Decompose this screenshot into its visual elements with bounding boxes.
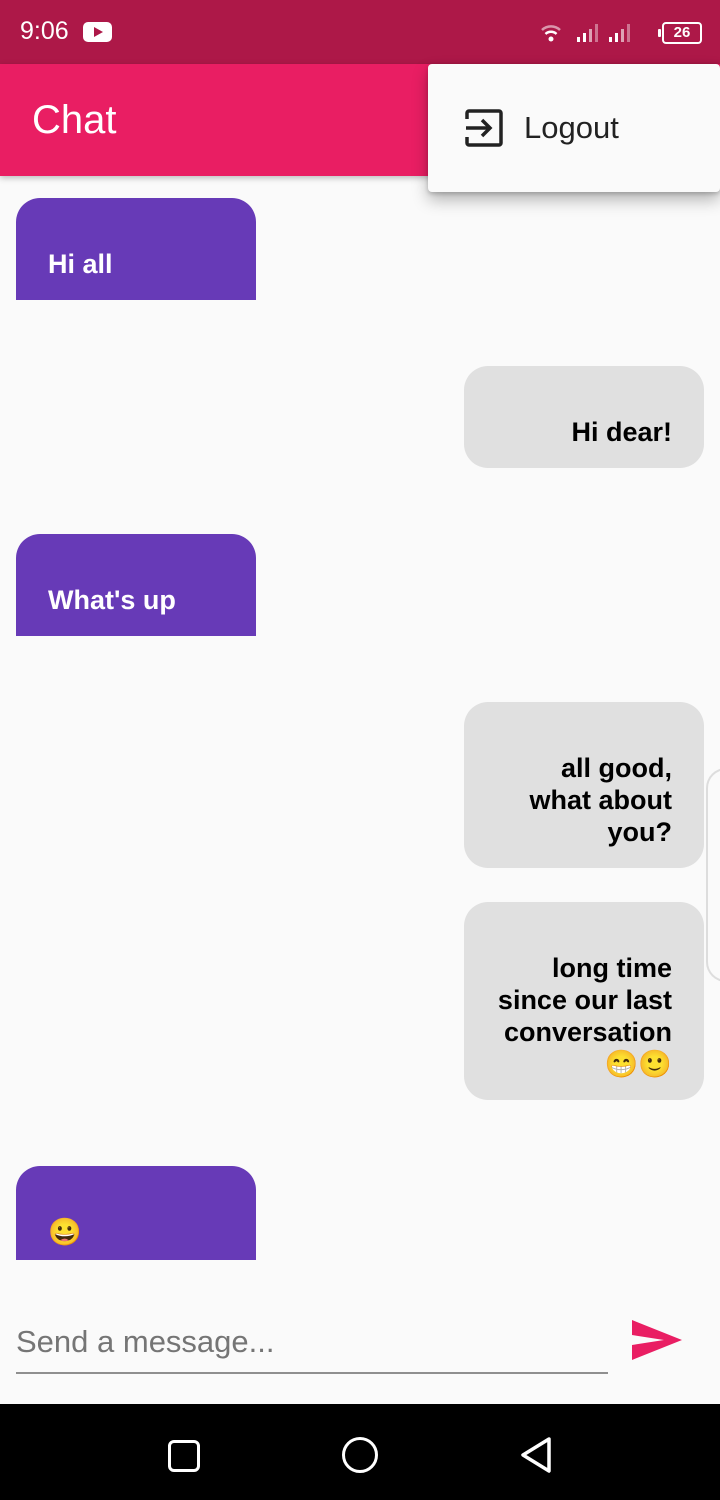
system-nav-bar bbox=[0, 1404, 720, 1500]
status-time: 9:06 bbox=[20, 17, 69, 45]
logout-label: Logout bbox=[524, 110, 619, 145]
send-icon[interactable] bbox=[630, 1318, 684, 1362]
message-bubble: 😀 bbox=[16, 1166, 256, 1260]
message-bubble: Hi all bbox=[16, 198, 256, 300]
wifi-icon bbox=[541, 25, 561, 42]
home-icon[interactable] bbox=[342, 1437, 378, 1473]
youtube-icon bbox=[83, 22, 112, 42]
recents-icon[interactable] bbox=[168, 1440, 200, 1472]
message-text: all good, what about you? bbox=[529, 753, 673, 847]
overflow-menu: Logout bbox=[428, 64, 720, 192]
message-list[interactable]: Hi all Hi dear! What's up all good, what… bbox=[0, 176, 720, 1260]
signal-icon bbox=[577, 24, 598, 42]
message-text: What's up bbox=[48, 585, 176, 615]
scroll-handle[interactable] bbox=[706, 768, 720, 982]
back-icon[interactable] bbox=[519, 1436, 553, 1474]
battery-icon: 26 bbox=[658, 22, 702, 44]
message-text: Hi all bbox=[48, 249, 113, 279]
message-bubble: What's up bbox=[16, 534, 256, 636]
message-text: long time since our last conversation 😁🙂 bbox=[497, 953, 672, 1079]
message-composer bbox=[0, 1260, 720, 1404]
message-text: 😀 bbox=[48, 1217, 82, 1247]
page-title: Chat bbox=[32, 98, 117, 142]
logout-icon bbox=[465, 109, 503, 147]
message-bubble: all good, what about you? bbox=[464, 702, 704, 868]
message-input[interactable] bbox=[16, 1312, 608, 1374]
message-text: Hi dear! bbox=[571, 417, 672, 447]
status-bar: 9:06 26 bbox=[0, 0, 720, 64]
message-bubble: long time since our last conversation 😁🙂 bbox=[464, 902, 704, 1100]
logout-menu-item[interactable]: Logout bbox=[428, 64, 720, 192]
message-bubble: Hi dear! bbox=[464, 366, 704, 468]
signal-icon bbox=[609, 24, 630, 42]
